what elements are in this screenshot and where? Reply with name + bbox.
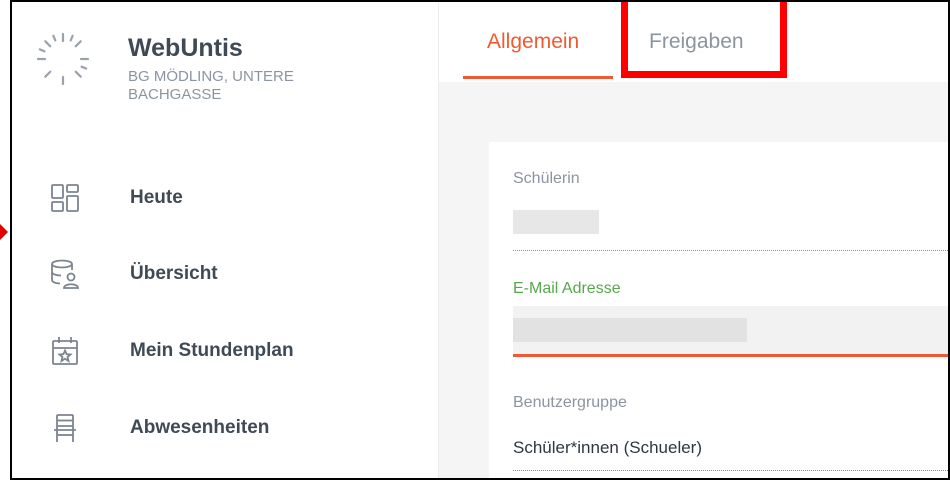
user-group-value: Schüler*innen (Schueler) bbox=[513, 438, 702, 457]
student-label: Schülerin bbox=[513, 170, 580, 187]
app-title: WebUntis bbox=[128, 34, 243, 62]
sidebar-item-label: Abwesenheiten bbox=[130, 417, 270, 438]
email-field[interactable] bbox=[513, 306, 948, 357]
annotation-arrow bbox=[0, 224, 8, 240]
user-group-label: Benutzergruppe bbox=[513, 394, 627, 411]
user-database-icon bbox=[51, 259, 79, 289]
webuntis-logo-icon bbox=[36, 32, 90, 86]
email-value-redacted bbox=[513, 318, 747, 342]
annotation-highlight-box bbox=[621, 2, 787, 78]
student-name-redacted bbox=[513, 210, 599, 234]
sidebar-item-label: Heute bbox=[130, 187, 183, 208]
sidebar-item-heute[interactable]: Heute bbox=[12, 170, 438, 226]
sidebar-item-label: Übersicht bbox=[130, 263, 218, 284]
sidebar: WebUntis BG MÖDLING, UNTERE BACHGASSE He… bbox=[12, 2, 439, 478]
school-name: BG MÖDLING, UNTERE BACHGASSE bbox=[128, 68, 294, 103]
main-content: Allgemein Freigaben Schülerin E-Mail Adr… bbox=[439, 2, 948, 478]
field-divider bbox=[513, 250, 948, 251]
tab-bar: Allgemein Freigaben bbox=[439, 2, 948, 82]
sidebar-item-label: Mein Stundenplan bbox=[130, 340, 294, 361]
sidebar-item-mein-stundenplan[interactable]: Mein Stundenplan bbox=[12, 323, 438, 379]
dashboard-icon bbox=[51, 184, 79, 212]
profile-form-card: Schülerin E-Mail Adresse Benutzergruppe … bbox=[489, 142, 948, 478]
screenshot-frame: WebUntis BG MÖDLING, UNTERE BACHGASSE He… bbox=[10, 0, 950, 480]
brand: WebUntis BG MÖDLING, UNTERE BACHGASSE bbox=[128, 34, 388, 104]
calendar-star-icon bbox=[52, 337, 78, 365]
sidebar-item-abwesenheiten[interactable]: Abwesenheiten bbox=[12, 400, 438, 456]
field-divider bbox=[513, 470, 948, 471]
sidebar-item-uebersicht[interactable]: Übersicht bbox=[12, 246, 438, 302]
email-label: E-Mail Adresse bbox=[513, 280, 621, 297]
chair-icon bbox=[54, 414, 76, 442]
tab-allgemein[interactable]: Allgemein bbox=[487, 30, 579, 54]
active-tab-indicator bbox=[463, 76, 613, 79]
